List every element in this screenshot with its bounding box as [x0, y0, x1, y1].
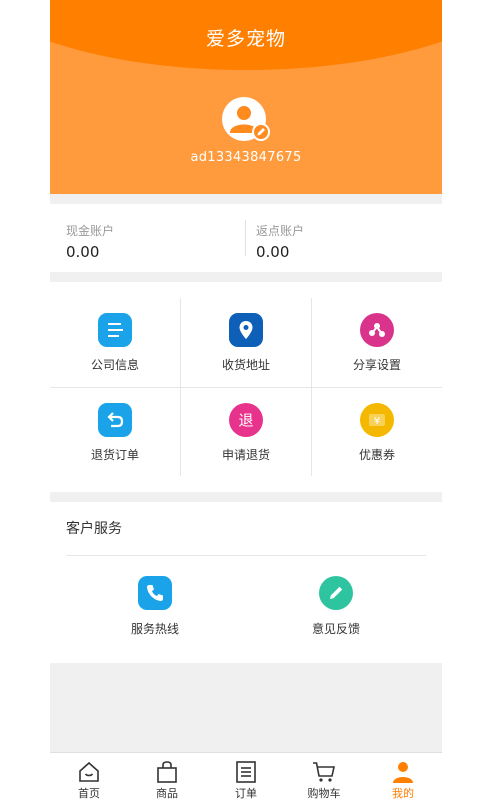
page-title: 爱多宠物	[205, 28, 286, 50]
svg-text:¥: ¥	[374, 416, 380, 427]
menu-label: 公司信息	[90, 358, 139, 372]
tab-products[interactable]: 商品	[128, 753, 206, 800]
return-badge-icon: 退	[229, 403, 263, 437]
cart-icon	[313, 762, 335, 782]
user-avatar-icon	[230, 106, 270, 141]
username: ad13343847675	[190, 150, 302, 165]
tab-label: 订单	[235, 787, 257, 800]
app-screen: 爱多宠物 ad13343847675 现金账户 0.00 返点账户 0.00 公…	[50, 0, 442, 800]
avatar[interactable]	[222, 97, 270, 141]
service-label: 服务热线	[130, 622, 179, 636]
divider	[245, 220, 246, 256]
rebate-account-value: 0.00	[256, 243, 290, 261]
menu-label: 收货地址	[221, 358, 270, 372]
tab-home[interactable]: 首页	[50, 753, 128, 800]
rebate-account-label: 返点账户	[256, 224, 305, 238]
tab-mine[interactable]: 我的	[364, 753, 442, 800]
home-icon	[79, 761, 99, 782]
menu-company-info[interactable]: 公司信息	[50, 298, 180, 387]
phone-icon	[138, 576, 172, 610]
menu-return-orders[interactable]: 退货订单	[50, 388, 180, 477]
user-icon	[393, 762, 413, 783]
service-label: 意见反馈	[311, 622, 360, 636]
share-icon	[360, 313, 394, 347]
tab-label: 首页	[78, 787, 100, 800]
tab-label: 商品	[156, 787, 178, 800]
menu-label: 申请退货	[221, 448, 270, 462]
customer-service-section: 客户服务 服务热线 意见反馈	[50, 502, 442, 663]
tab-label: 购物车	[307, 787, 341, 800]
menu-share-settings[interactable]: 分享设置	[312, 298, 442, 387]
cash-account-label: 现金账户	[66, 224, 115, 238]
menu-label: 退货订单	[90, 448, 139, 462]
section-title: 客户服务	[66, 521, 122, 537]
tab-label: 我的	[392, 787, 414, 800]
cash-account-value: 0.00	[66, 243, 100, 261]
bottom-tab-bar: 首页 商品 订单 购物车 我的	[50, 752, 442, 800]
divider	[66, 555, 426, 556]
tab-cart[interactable]: 购物车	[285, 753, 363, 800]
location-pin-icon	[229, 313, 263, 347]
pencil-icon	[319, 576, 353, 610]
cash-account[interactable]: 现金账户 0.00	[66, 222, 114, 261]
account-balances: 现金账户 0.00 返点账户 0.00	[50, 204, 442, 272]
return-arrow-icon	[98, 403, 132, 437]
rebate-account[interactable]: 返点账户 0.00	[256, 222, 304, 261]
menu-request-return[interactable]: 退 申请退货	[181, 388, 311, 477]
menu-shipping-address[interactable]: 收货地址	[181, 298, 311, 387]
bag-icon	[157, 761, 177, 783]
tab-orders[interactable]: 订单	[207, 753, 285, 800]
menu-coupons[interactable]: ¥ 优惠券	[312, 388, 442, 477]
svg-text:退: 退	[238, 412, 253, 430]
menu-label: 优惠券	[358, 448, 395, 462]
menu-label: 分享设置	[352, 358, 401, 372]
order-list-icon	[236, 761, 256, 783]
profile-header: 爱多宠物 ad13343847675	[50, 0, 442, 194]
document-icon	[98, 313, 132, 347]
function-grid: 公司信息 收货地址 分享设置 退货订单 退 申请退货 ¥ 优惠券	[50, 282, 442, 492]
coupon-icon: ¥	[360, 403, 394, 437]
